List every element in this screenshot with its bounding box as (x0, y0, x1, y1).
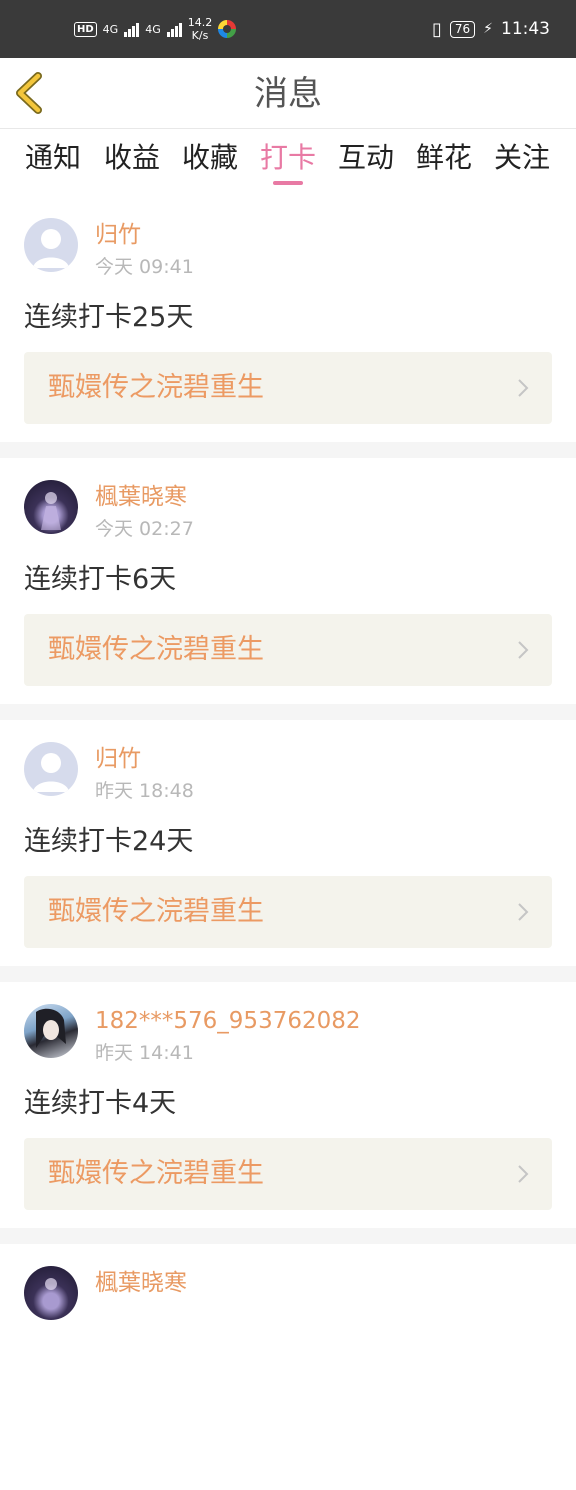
network-speed: 14.2 K/s (188, 16, 213, 42)
user-photo-icon (45, 1278, 57, 1290)
book-title: 甄嬛传之浣碧重生 (48, 1158, 264, 1189)
network-label-2: 4G (145, 22, 161, 36)
message-text: 连续打卡25天 (24, 302, 194, 333)
user-photo-icon (36, 1008, 66, 1048)
signal-icon (124, 21, 140, 37)
tab-notice[interactable]: 通知 (22, 139, 84, 177)
divider (0, 1228, 576, 1244)
tab-flowers[interactable]: 鲜花 (413, 139, 475, 177)
list-item: 楓葉晓寒 (0, 1244, 576, 1490)
list-item: 归竹 今天 09:41 连续打卡25天 甄嬛传之浣碧重生 (0, 196, 576, 442)
top-app-bar: 消息 (0, 58, 576, 129)
user-photo-icon (41, 492, 61, 530)
book-link[interactable]: 甄嬛传之浣碧重生 (24, 1138, 552, 1210)
default-avatar-icon (33, 753, 69, 792)
hd-badge: HD (74, 21, 97, 37)
avatar[interactable] (24, 742, 78, 796)
tab-earnings[interactable]: 收益 (101, 139, 163, 177)
status-left: HD 4G 4G 14.2 K/s (74, 0, 237, 58)
chevron-right-icon (518, 379, 529, 397)
battery-icon: 76 (449, 20, 476, 38)
speed-unit: K/s (191, 29, 209, 42)
username[interactable]: 楓葉晓寒 (95, 482, 187, 512)
username[interactable]: 182***576_953762082 (95, 1006, 361, 1036)
book-title: 甄嬛传之浣碧重生 (48, 634, 264, 665)
username[interactable]: 归竹 (95, 220, 141, 250)
page-title: 消息 (254, 74, 322, 114)
list-item: 归竹 昨天 18:48 连续打卡24天 甄嬛传之浣碧重生 (0, 720, 576, 966)
divider (0, 704, 576, 720)
avatar[interactable] (24, 1266, 78, 1320)
signal-icon-2 (166, 21, 182, 37)
network-4g-1: 4G (103, 23, 119, 36)
chevron-right-icon (518, 903, 529, 921)
message-text: 连续打卡6天 (24, 564, 177, 595)
chevron-right-icon (518, 641, 529, 659)
vibrate-icon: ▯ (431, 18, 442, 40)
clock: 11:43 (501, 19, 550, 39)
charging-icon: ⚡ (483, 21, 493, 37)
message-list: 归竹 今天 09:41 连续打卡25天 甄嬛传之浣碧重生 楓葉晓寒 今天 02:… (0, 196, 576, 1490)
timestamp: 昨天 18:48 (95, 780, 194, 802)
message-text: 连续打卡24天 (24, 826, 194, 857)
book-link[interactable]: 甄嬛传之浣碧重生 (24, 352, 552, 424)
tab-favorites[interactable]: 收藏 (179, 139, 241, 177)
tab-interaction[interactable]: 互动 (335, 139, 397, 177)
timestamp: 昨天 14:41 (95, 1042, 194, 1064)
book-link[interactable]: 甄嬛传之浣碧重生 (24, 614, 552, 686)
network-4g-2: 4G (145, 23, 161, 36)
book-title: 甄嬛传之浣碧重生 (48, 372, 264, 403)
category-tabs: 通知 收益 收藏 打卡 互动 鲜花 关注 (0, 129, 576, 191)
tab-checkin[interactable]: 打卡 (257, 139, 319, 177)
network-label-1: 4G (102, 22, 119, 36)
status-bar: HD 4G 4G 14.2 K/s ▯ 76 ⚡ 11:43 (0, 0, 576, 58)
message-text: 连续打卡4天 (24, 1088, 177, 1119)
book-link[interactable]: 甄嬛传之浣碧重生 (24, 876, 552, 948)
tab-following[interactable]: 关注 (491, 139, 553, 177)
list-item: 楓葉晓寒 今天 02:27 连续打卡6天 甄嬛传之浣碧重生 (0, 458, 576, 704)
timestamp: 今天 09:41 (95, 256, 194, 278)
active-tab-indicator (273, 181, 303, 185)
divider (0, 442, 576, 458)
avatar[interactable] (24, 1004, 78, 1058)
list-item: 182***576_953762082 昨天 14:41 连续打卡4天 甄嬛传之… (0, 982, 576, 1228)
avatar[interactable] (24, 218, 78, 272)
divider (0, 966, 576, 982)
app-notification-icon (218, 20, 237, 38)
book-title: 甄嬛传之浣碧重生 (48, 896, 264, 927)
speed-value: 14.2 (187, 16, 213, 29)
chevron-right-icon (518, 1165, 529, 1183)
timestamp: 今天 02:27 (95, 518, 194, 540)
username[interactable]: 楓葉晓寒 (95, 1268, 187, 1298)
username[interactable]: 归竹 (95, 744, 141, 774)
avatar[interactable] (24, 480, 78, 534)
status-right: ▯ 76 ⚡ 11:43 (432, 0, 550, 58)
default-avatar-icon (33, 229, 69, 268)
